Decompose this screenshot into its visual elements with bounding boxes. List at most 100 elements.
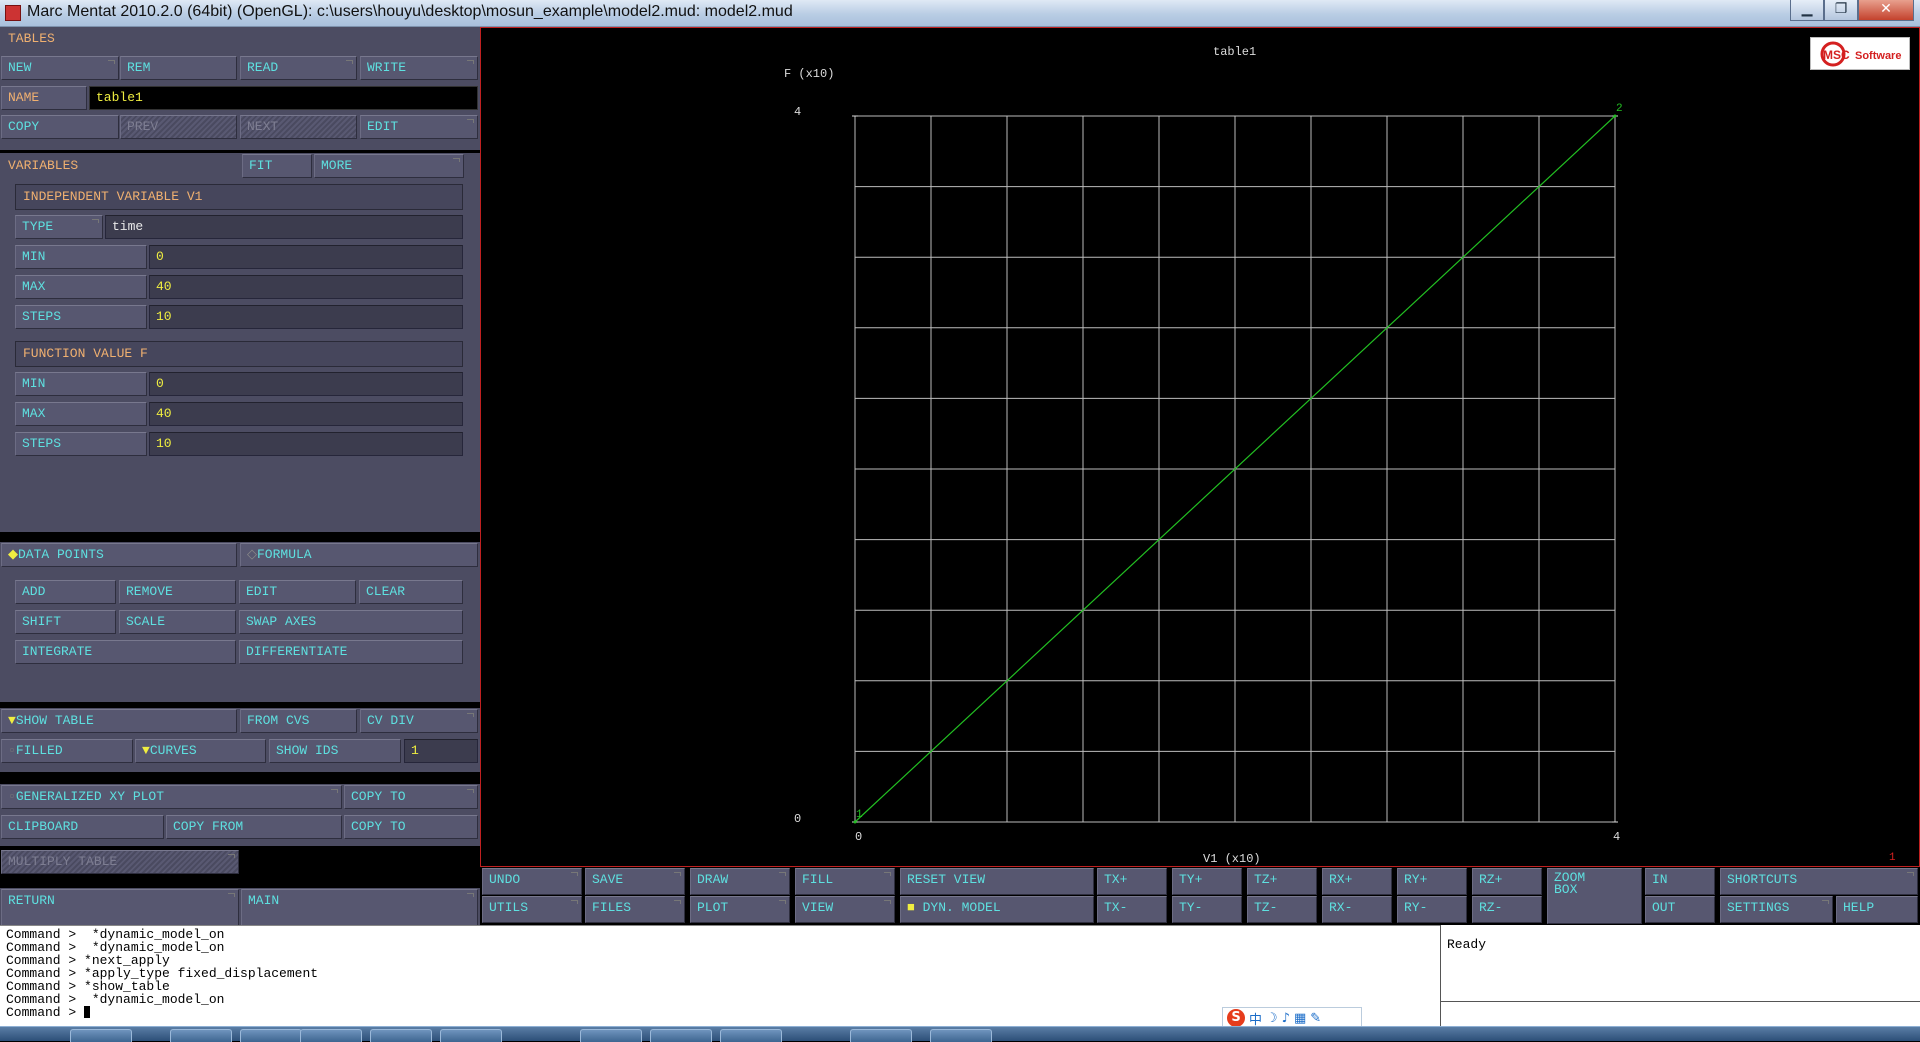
show-ids-field[interactable]: 1 xyxy=(404,739,478,763)
main-button[interactable]: MAIN xyxy=(241,889,478,927)
taskbar-app-button[interactable] xyxy=(300,1029,362,1042)
integrate-button[interactable]: INTEGRATE xyxy=(15,640,236,664)
clear-points-button[interactable]: CLEAR xyxy=(359,580,463,604)
more-button[interactable]: MORE xyxy=(314,154,464,178)
clipboard-copy-from-button[interactable]: COPY FROM xyxy=(166,815,342,839)
toolbar-tzplus-button[interactable]: TZ+ xyxy=(1247,868,1317,895)
toolbar-plot-button[interactable]: PLOT xyxy=(690,896,790,923)
wrench-icon[interactable]: ✎ xyxy=(1310,1011,1321,1026)
scale-button[interactable]: SCALE xyxy=(119,610,236,634)
toolbar-view-button[interactable]: VIEW xyxy=(795,896,895,923)
toolbar-txplus-button[interactable]: TX+ xyxy=(1097,868,1167,895)
taskbar-app-button[interactable] xyxy=(170,1029,232,1042)
toolbar-fill-button[interactable]: FILL xyxy=(795,868,895,895)
edit-table-button[interactable]: EDIT xyxy=(360,115,478,139)
toolbar-out-button[interactable]: OUT xyxy=(1645,896,1715,923)
minimize-button[interactable]: ▁ xyxy=(1790,0,1824,21)
taskbar-app-button[interactable] xyxy=(240,1029,302,1042)
show-table-toggle[interactable]: ▼SHOW TABLE xyxy=(1,709,237,733)
v1-max-field[interactable]: 40 xyxy=(149,275,463,299)
write-button[interactable]: WRITE xyxy=(360,56,478,80)
f-min-field[interactable]: 0 xyxy=(149,372,463,396)
data-points-radio[interactable]: ◆DATA POINTS xyxy=(1,543,237,567)
toolbar-tx-button[interactable]: TX- xyxy=(1097,896,1167,923)
toolbar-help-button[interactable]: HELP xyxy=(1836,896,1918,923)
toolbar-typlus-button[interactable]: TY+ xyxy=(1172,868,1242,895)
shift-button[interactable]: SHIFT xyxy=(15,610,116,634)
taskbar-app-button[interactable] xyxy=(440,1029,502,1042)
taskbar-app-button[interactable] xyxy=(650,1029,712,1042)
toolbar-draw-button[interactable]: DRAW xyxy=(690,868,790,895)
new-button[interactable]: NEW xyxy=(1,56,119,80)
toolbar-rz-button[interactable]: RZ- xyxy=(1472,896,1542,923)
taskbar-app-button[interactable] xyxy=(930,1029,992,1042)
ime-language-label[interactable]: 中 xyxy=(1249,1009,1262,1028)
toolbar-ry-button[interactable]: RY- xyxy=(1397,896,1467,923)
toolbar-reset-view-button[interactable]: RESET VIEW xyxy=(900,868,1094,895)
toolbar-files-button[interactable]: FILES xyxy=(585,896,685,923)
multiply-table-button[interactable]: MULTIPLY TABLE xyxy=(1,850,239,874)
rem-button[interactable]: REM xyxy=(120,56,237,80)
console-line: Command > *dynamic_model_on xyxy=(6,940,225,955)
maximize-button[interactable]: ❐ xyxy=(1824,0,1858,21)
clipboard-copy-to-button[interactable]: COPY TO xyxy=(344,815,478,839)
toolbar-ty-button[interactable]: TY- xyxy=(1172,896,1242,923)
taskbar-app-button[interactable] xyxy=(850,1029,912,1042)
read-button[interactable]: READ xyxy=(240,56,357,80)
toolbar-utils-button[interactable]: UTILS xyxy=(482,896,582,923)
copy-to-button[interactable]: COPY TO xyxy=(344,785,478,809)
add-point-button[interactable]: ADD xyxy=(15,580,116,604)
status-panel: Ready xyxy=(1440,925,1920,1001)
type-value-field[interactable]: time xyxy=(105,215,463,239)
toolbar-ryplus-button[interactable]: RY+ xyxy=(1397,868,1467,895)
toolbar-dyn-model-button[interactable]: ■ DYN. MODEL xyxy=(900,896,1094,923)
next-button[interactable]: NEXT xyxy=(240,115,357,139)
toolbar-rx-button[interactable]: RX- xyxy=(1322,896,1392,923)
tables-menu-panel: TABLES NEW REM READ WRITE NAME table1 CO… xyxy=(0,27,480,927)
toolbar-rxplus-button[interactable]: RX+ xyxy=(1322,868,1392,895)
console-line[interactable]: Command > xyxy=(6,1006,1434,1019)
curves-toggle[interactable]: ▼CURVES xyxy=(135,739,266,763)
toolbar-shortcuts-button[interactable]: SHORTCUTS xyxy=(1720,868,1918,895)
moon-icon[interactable]: ☽ xyxy=(1266,1011,1278,1026)
keyboard-icon[interactable]: ▦ xyxy=(1294,1011,1306,1026)
f-steps-field[interactable]: 10 xyxy=(149,432,463,456)
toolbar-tz-button[interactable]: TZ- xyxy=(1247,896,1317,923)
svg-text:Software: Software xyxy=(1855,50,1901,62)
console-line: Command > *dynamic_model_on xyxy=(6,992,225,1007)
taskbar-app-button[interactable] xyxy=(720,1029,782,1042)
copy-button[interactable]: COPY xyxy=(1,115,119,139)
toolbar-undo-button[interactable]: UNDO xyxy=(482,868,582,895)
v1-steps-field[interactable]: 10 xyxy=(149,305,463,329)
edit-point-button[interactable]: EDIT xyxy=(239,580,356,604)
type-button[interactable]: TYPE xyxy=(15,215,103,239)
table-name-field[interactable]: table1 xyxy=(89,86,478,110)
close-button[interactable]: ✕ xyxy=(1858,0,1914,21)
prev-button[interactable]: PREV xyxy=(120,115,237,139)
differentiate-button[interactable]: DIFFERENTIATE xyxy=(239,640,463,664)
taskbar-app-button[interactable] xyxy=(70,1029,132,1042)
microphone-icon[interactable]: ♪ xyxy=(1282,1011,1290,1026)
filled-toggle[interactable]: ▫FILLED xyxy=(1,739,133,763)
generalized-xy-plot-toggle[interactable]: ▫GENERALIZED XY PLOT xyxy=(1,785,342,809)
taskbar-app-button[interactable] xyxy=(370,1029,432,1042)
taskbar-app-button[interactable] xyxy=(580,1029,642,1042)
remove-point-button[interactable]: REMOVE xyxy=(119,580,236,604)
from-cvs-button[interactable]: FROM CVS xyxy=(240,709,357,733)
cv-div-button[interactable]: CV DIV xyxy=(360,709,478,733)
toolbar-save-button[interactable]: SAVE xyxy=(585,868,685,895)
fit-button[interactable]: FIT xyxy=(242,154,312,178)
toolbar-settings-button[interactable]: SETTINGS xyxy=(1720,896,1833,923)
f-max-field[interactable]: 40 xyxy=(149,402,463,426)
toolbar-rzplus-button[interactable]: RZ+ xyxy=(1472,868,1542,895)
toolbar-zoom-box-button[interactable]: ZOOM BOX xyxy=(1547,868,1642,924)
v1-min-field[interactable]: 0 xyxy=(149,245,463,269)
formula-radio[interactable]: ◇FORMULA xyxy=(240,543,478,567)
toolbar-in-button[interactable]: IN xyxy=(1645,868,1715,895)
swap-axes-button[interactable]: SWAP AXES xyxy=(239,610,463,634)
graphics-viewport[interactable]: 1 2 table1 F (x10) V1 (x10) 0 4 0 4 1 xyxy=(480,27,1920,867)
return-button[interactable]: RETURN xyxy=(1,889,239,927)
show-ids-button[interactable]: SHOW IDS xyxy=(269,739,401,763)
sogou-ime-icon[interactable]: S xyxy=(1227,1009,1245,1027)
x-tick-label: 4 xyxy=(1613,830,1620,844)
